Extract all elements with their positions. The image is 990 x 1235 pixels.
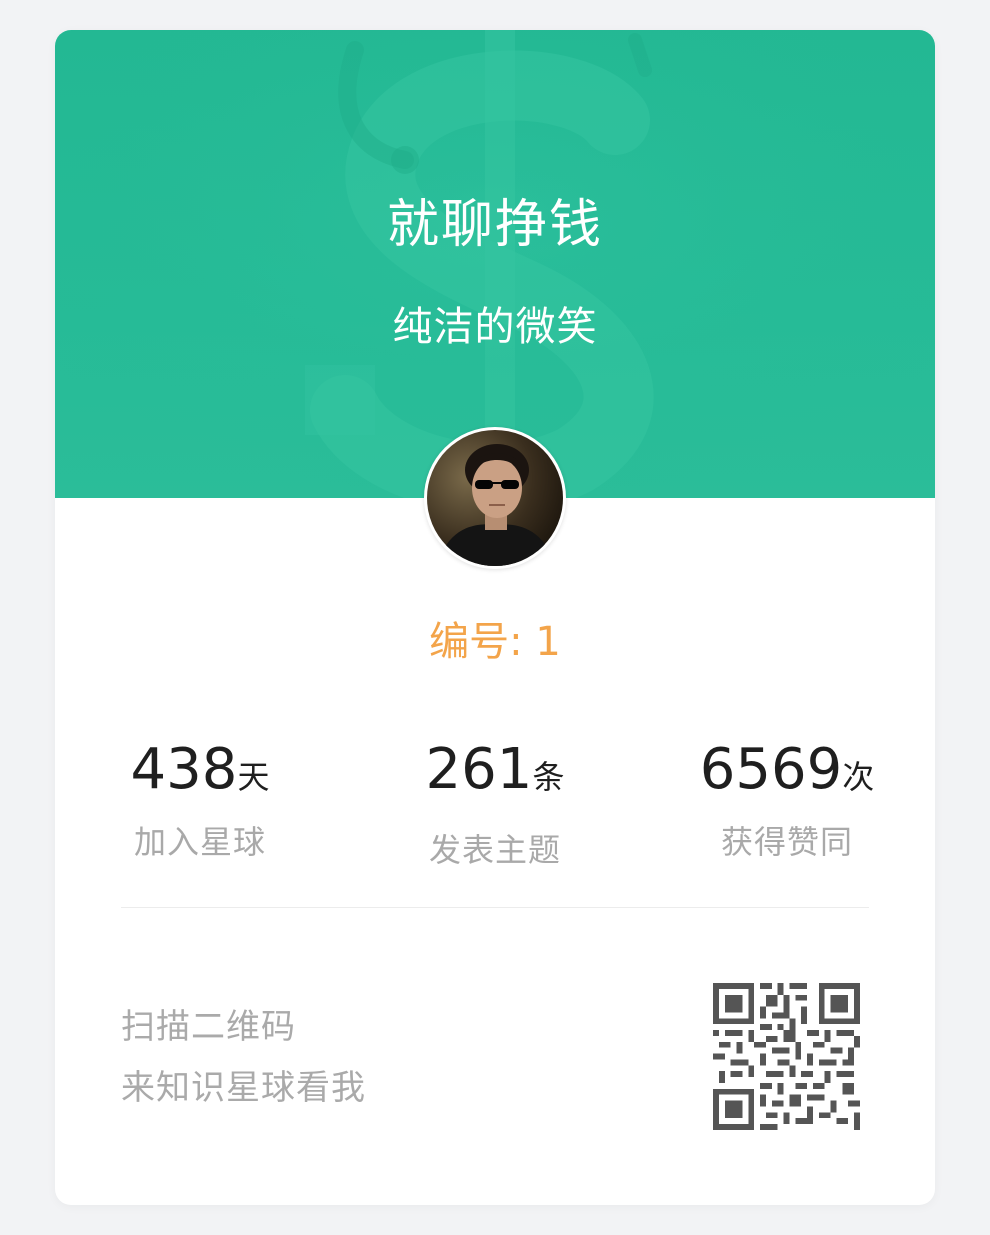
qr-code-icon[interactable]	[713, 983, 860, 1130]
stat-unit: 次	[842, 758, 875, 796]
scan-instruction-line-2: 来知识星球看我	[121, 1068, 366, 1108]
stat-days-joined: 438天 加入星球	[80, 730, 320, 865]
stat-value-row: 6569次	[667, 730, 907, 817]
stat-topics-posted: 261条 发表主题	[375, 730, 615, 873]
stat-value: 6569	[699, 737, 843, 802]
stat-likes-received: 6569次 获得赞同	[667, 730, 907, 865]
divider	[121, 907, 869, 908]
stat-unit: 天	[237, 758, 270, 796]
scan-instruction-line-1: 扫描二维码	[121, 1007, 296, 1047]
avatar[interactable]	[424, 427, 566, 569]
stat-value-row: 261条	[375, 730, 615, 817]
stat-unit: 条	[532, 758, 565, 796]
stat-label: 获得赞同	[720, 823, 853, 861]
avatar-photo	[427, 430, 563, 566]
stat-label: 发表主题	[428, 831, 561, 869]
stat-value: 261	[425, 737, 533, 802]
profile-card: 就聊挣钱 纯洁的微笑 编号: 1 438天 加入星球 261条 发表主题 656…	[55, 30, 935, 1205]
stat-value-row: 438天	[80, 730, 320, 817]
group-owner-name: 纯洁的微笑	[392, 304, 598, 350]
member-number: 编号: 1	[429, 619, 561, 665]
stat-value: 438	[130, 737, 238, 802]
stat-label: 加入星球	[133, 823, 266, 861]
group-title: 就聊挣钱	[386, 195, 603, 255]
